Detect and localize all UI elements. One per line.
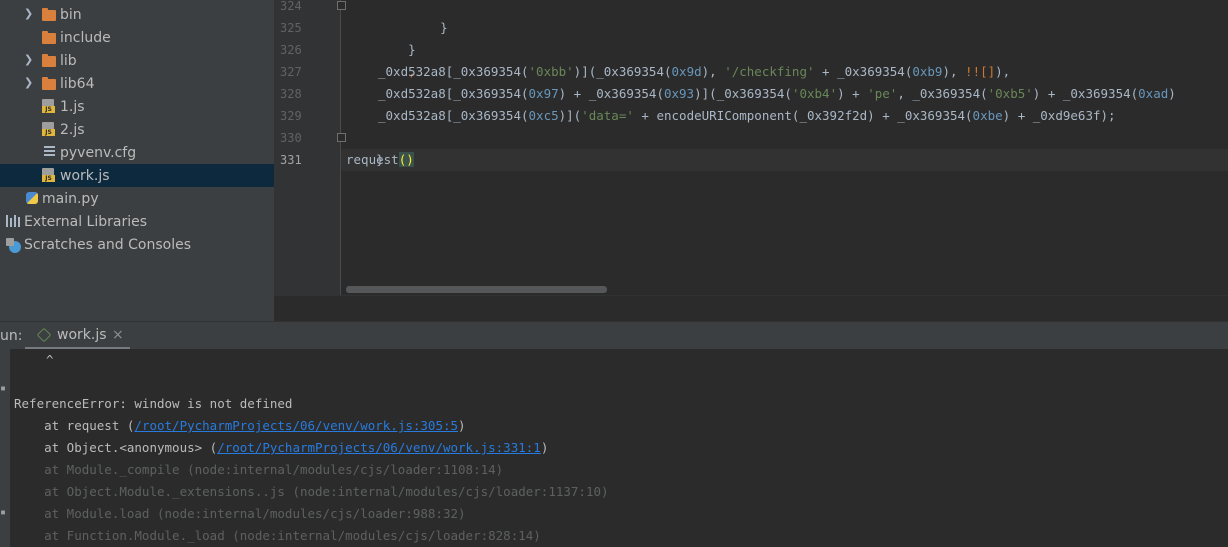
javascript-file-icon: JS <box>42 122 55 136</box>
tree-item-include[interactable]: include <box>0 26 274 49</box>
horizontal-scrollbar[interactable] <box>346 286 607 293</box>
tree-item-lib64[interactable]: ❯ lib64 <box>0 72 274 95</box>
console-frame-internal: at Function.Module._load (node:internal/… <box>14 528 541 543</box>
tree-item-1-js[interactable]: JS 1.js <box>0 95 274 118</box>
chevron-right-icon[interactable]: ❯ <box>24 54 34 65</box>
console-frame-internal: at Module._compile (node:internal/module… <box>14 462 504 477</box>
tree-item-label: work.js <box>60 167 110 184</box>
tree-item-2-js[interactable]: JS 2.js <box>0 118 274 141</box>
project-tool-window: ❯ bin include ❯ lib ❯ lib64 JS 1.js JS 2… <box>0 0 274 321</box>
tree-item-label: 1.js <box>60 98 85 115</box>
tree-item-scratches[interactable]: Scratches and Consoles <box>0 233 274 256</box>
line-number: 330 <box>280 131 302 145</box>
run-tool-window-header: un: work.js × <box>0 321 1228 350</box>
console-frame-internal: at Module.load (node:internal/modules/cj… <box>14 506 466 521</box>
tree-item-work-js[interactable]: JS work.js <box>0 164 274 187</box>
folder-icon <box>42 54 56 67</box>
code-line-324[interactable]: } <box>410 0 448 35</box>
line-number: 329 <box>280 109 302 123</box>
scroll-marker-icon: ▪ <box>0 507 7 518</box>
current-line-highlight <box>341 149 1228 171</box>
console-caret: ^ <box>46 352 54 367</box>
close-icon[interactable]: × <box>112 327 124 343</box>
code-editor[interactable]: 324 325 326 327 328 329 330 331 } } , _0… <box>274 0 1228 322</box>
folder-icon <box>42 31 56 44</box>
tree-item-label: lib <box>60 52 77 69</box>
editor-bottom-strip <box>274 295 1228 322</box>
tree-item-lib[interactable]: ❯ lib <box>0 49 274 72</box>
tree-item-label: pyvenv.cfg <box>60 144 137 161</box>
tree-item-label: External Libraries <box>24 213 147 230</box>
tree-item-label: Scratches and Consoles <box>24 236 191 253</box>
tree-item-label: 2.js <box>60 121 85 138</box>
javascript-file-icon: JS <box>42 168 55 182</box>
line-number: 325 <box>280 21 302 35</box>
scroll-marker-icon: ▪ <box>0 383 7 394</box>
code-line-325[interactable]: } <box>378 17 416 57</box>
line-number: 324 <box>280 0 302 13</box>
run-console[interactable]: ▪ ▪ ^ ReferenceError: window is not defi… <box>0 349 1228 547</box>
code-line-327[interactable]: _0xd532a8[_0x369354('0xbb')](_0x369354(0… <box>378 61 1010 83</box>
tree-item-main-py[interactable]: main.py <box>0 187 274 210</box>
stack-frame-link[interactable]: /root/PycharmProjects/06/venv/work.js:30… <box>134 418 458 433</box>
config-file-icon <box>44 146 55 158</box>
line-number: 328 <box>280 87 302 101</box>
tree-item-label: bin <box>60 6 82 23</box>
code-line-326[interactable]: , <box>378 39 416 79</box>
folder-icon <box>42 8 56 21</box>
tree-item-label: main.py <box>42 190 99 207</box>
code-line-331[interactable]: request() <box>346 149 414 171</box>
tree-item-label: include <box>60 29 111 46</box>
python-file-icon <box>26 192 38 204</box>
symlink-folder-icon <box>42 77 56 90</box>
code-line-329[interactable]: _0xd532a8[_0x369354(0xc5)]('data=' + enc… <box>378 105 1116 127</box>
console-frame: at request (/root/PycharmProjects/06/ven… <box>14 418 466 433</box>
libraries-icon <box>6 215 20 227</box>
console-frame: at Object.<anonymous> (/root/PycharmProj… <box>14 440 549 455</box>
tree-item-bin[interactable]: ❯ bin <box>0 3 274 26</box>
run-label: un: <box>0 328 23 344</box>
fold-marker-icon[interactable] <box>337 133 346 142</box>
matched-parens: () <box>398 152 414 167</box>
javascript-file-icon: JS <box>42 99 55 113</box>
console-frame-internal: at Object.Module._extensions..js (node:i… <box>14 484 609 499</box>
line-number: 327 <box>280 65 302 79</box>
tab-label: work.js <box>57 327 107 343</box>
line-number: 326 <box>280 43 302 57</box>
chevron-right-icon[interactable]: ❯ <box>24 77 34 88</box>
code-line-328[interactable]: _0xd532a8[_0x369354(0x97) + _0x369354(0x… <box>378 83 1176 105</box>
gutter-divider <box>340 0 341 295</box>
code-line-330[interactable]: } <box>346 127 384 167</box>
nodejs-icon <box>36 327 52 343</box>
stack-frame-link[interactable]: /root/PycharmProjects/06/venv/work.js:33… <box>217 440 541 455</box>
tree-item-pyvenv-cfg[interactable]: pyvenv.cfg <box>0 141 274 164</box>
line-number-gutter: 324 325 326 327 328 329 330 331 <box>274 0 340 295</box>
console-error: ReferenceError: window is not defined <box>14 396 293 411</box>
console-toolbar: ▪ ▪ <box>0 349 10 547</box>
fold-marker-icon[interactable] <box>337 1 346 10</box>
chevron-right-icon[interactable]: ❯ <box>24 8 34 19</box>
tree-item-label: lib64 <box>60 75 95 92</box>
line-number-current: 331 <box>280 153 302 167</box>
scratches-icon <box>6 238 21 253</box>
tree-item-external-libraries[interactable]: External Libraries <box>0 210 274 233</box>
tab-work-js[interactable]: work.js × <box>25 322 130 350</box>
